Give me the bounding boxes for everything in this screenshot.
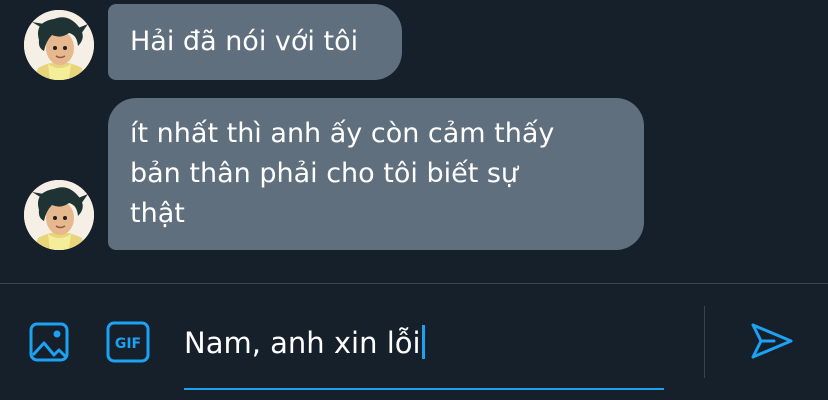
send-button[interactable] — [744, 318, 800, 364]
received-message-bubble[interactable]: ít nhất thì anh ấy còn cảm thấy bản thân… — [108, 98, 644, 250]
message-text-line: bản thân phải cho tôi biết sự — [130, 158, 519, 189]
received-message-bubble[interactable]: Hải đã nói với tôi — [108, 4, 402, 80]
image-icon — [29, 322, 69, 362]
avatar-illustration — [24, 180, 94, 250]
dm-conversation-screen: Hải đã nói với tôi ít nhất thì anh ấy cò… — [0, 0, 828, 400]
message-text-line: ít nhất thì anh ấy còn cảm thấy — [130, 118, 555, 149]
text-cursor — [421, 325, 425, 359]
message-input[interactable]: Nam, anh xin lỗi — [184, 320, 664, 366]
message-input-value: Nam, anh xin lỗi — [184, 326, 421, 360]
input-focus-underline — [184, 388, 664, 390]
gif-icon: GIF — [106, 321, 150, 363]
message-input-wrapper[interactable]: Nam, anh xin lỗi — [184, 318, 664, 390]
gif-label: GIF — [115, 336, 141, 352]
message-text-line: thật — [130, 198, 185, 229]
composer-top-divider — [0, 283, 828, 284]
add-gif-button[interactable]: GIF — [104, 319, 152, 365]
send-icon — [751, 323, 793, 359]
sender-avatar[interactable] — [24, 180, 94, 250]
sender-avatar[interactable] — [24, 10, 94, 80]
avatar-illustration — [24, 10, 94, 80]
send-divider — [704, 306, 705, 378]
add-media-button[interactable] — [26, 319, 72, 365]
message-text: Hải đã nói với tôi — [130, 26, 359, 57]
